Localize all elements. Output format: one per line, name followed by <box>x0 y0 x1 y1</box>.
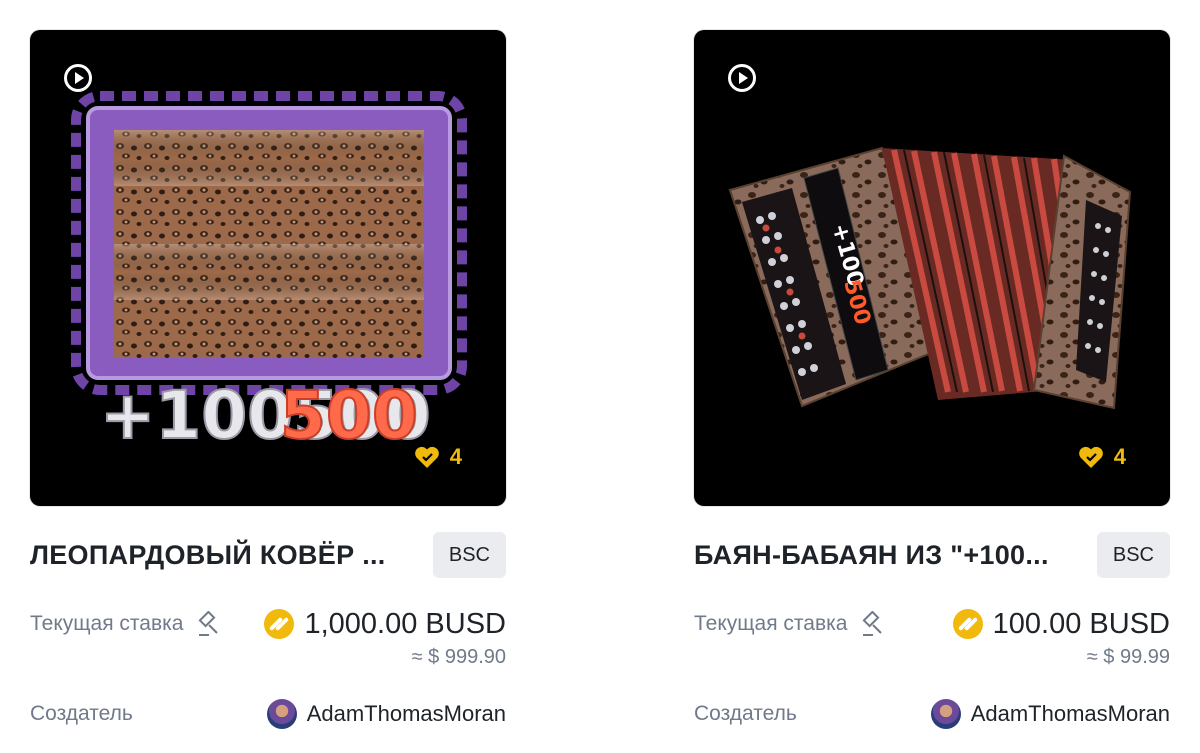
usd-equivalent: ≈ $ 999.90 <box>411 646 506 668</box>
nft-title[interactable]: ЛЕОПАРДОВЫЙ КОВЁР ... <box>30 540 386 571</box>
creator-label: Создатель <box>30 702 133 725</box>
chain-badge: BSC <box>1096 532 1170 578</box>
creator-name[interactable]: AdamThomasMoran <box>307 701 506 727</box>
avatar <box>266 699 297 729</box>
heart-icon <box>414 446 439 468</box>
price-value: 100.00 BUSD <box>992 607 1170 640</box>
nft-title[interactable]: БАЯН-БАБАЯН ИЗ "+100... <box>694 540 1049 571</box>
like-count: 4 <box>449 444 462 469</box>
nft-card[interactable]: +100500 500 4 ЛЕОПАРДОВЫЙ КОВЁР ... BSC … <box>30 30 506 731</box>
gavel-icon <box>198 611 219 636</box>
price-value: 1,000.00 BUSD <box>304 607 506 640</box>
chain-badge: BSC <box>432 532 506 578</box>
svg-text:500: 500 <box>280 377 418 454</box>
creator-link[interactable]: AdamThomasMoran <box>266 699 506 729</box>
avatar <box>930 699 961 729</box>
current-bid-price: 1,000.00 BUSD <box>264 608 506 641</box>
nft-media[interactable]: +100 500 4 <box>694 30 1170 506</box>
bid-label-text: Текущая ставка <box>694 612 848 635</box>
gavel-icon <box>862 611 883 636</box>
nft-media[interactable]: +100500 500 4 <box>30 30 506 506</box>
current-bid-price: 100.00 BUSD <box>952 607 1170 641</box>
play-icon[interactable] <box>728 64 756 92</box>
bid-label-text: Текущая ставка <box>30 612 184 635</box>
nft-card[interactable]: +100 500 4 БАЯН-БАБАЯН ИЗ "+100... BSC Т… <box>694 30 1170 731</box>
current-bid-label: Текущая ставка <box>694 611 885 637</box>
busd-coin-icon <box>264 609 295 639</box>
likes[interactable]: 4 <box>414 444 462 470</box>
nft-artwork: +100 500 <box>728 146 1132 410</box>
play-icon[interactable] <box>64 64 92 92</box>
creator-name[interactable]: AdamThomasMoran <box>971 701 1170 727</box>
like-count: 4 <box>1113 444 1126 469</box>
heart-icon <box>1078 446 1103 468</box>
current-bid-label: Текущая ставка <box>30 611 221 637</box>
creator-label: Создатель <box>694 702 797 725</box>
likes[interactable]: 4 <box>1078 444 1126 470</box>
creator-link[interactable]: AdamThomasMoran <box>930 699 1170 729</box>
busd-coin-icon <box>952 609 983 639</box>
nft-artwork: +100500 500 <box>71 91 467 455</box>
usd-equivalent: ≈ $ 99.99 <box>1086 646 1170 668</box>
